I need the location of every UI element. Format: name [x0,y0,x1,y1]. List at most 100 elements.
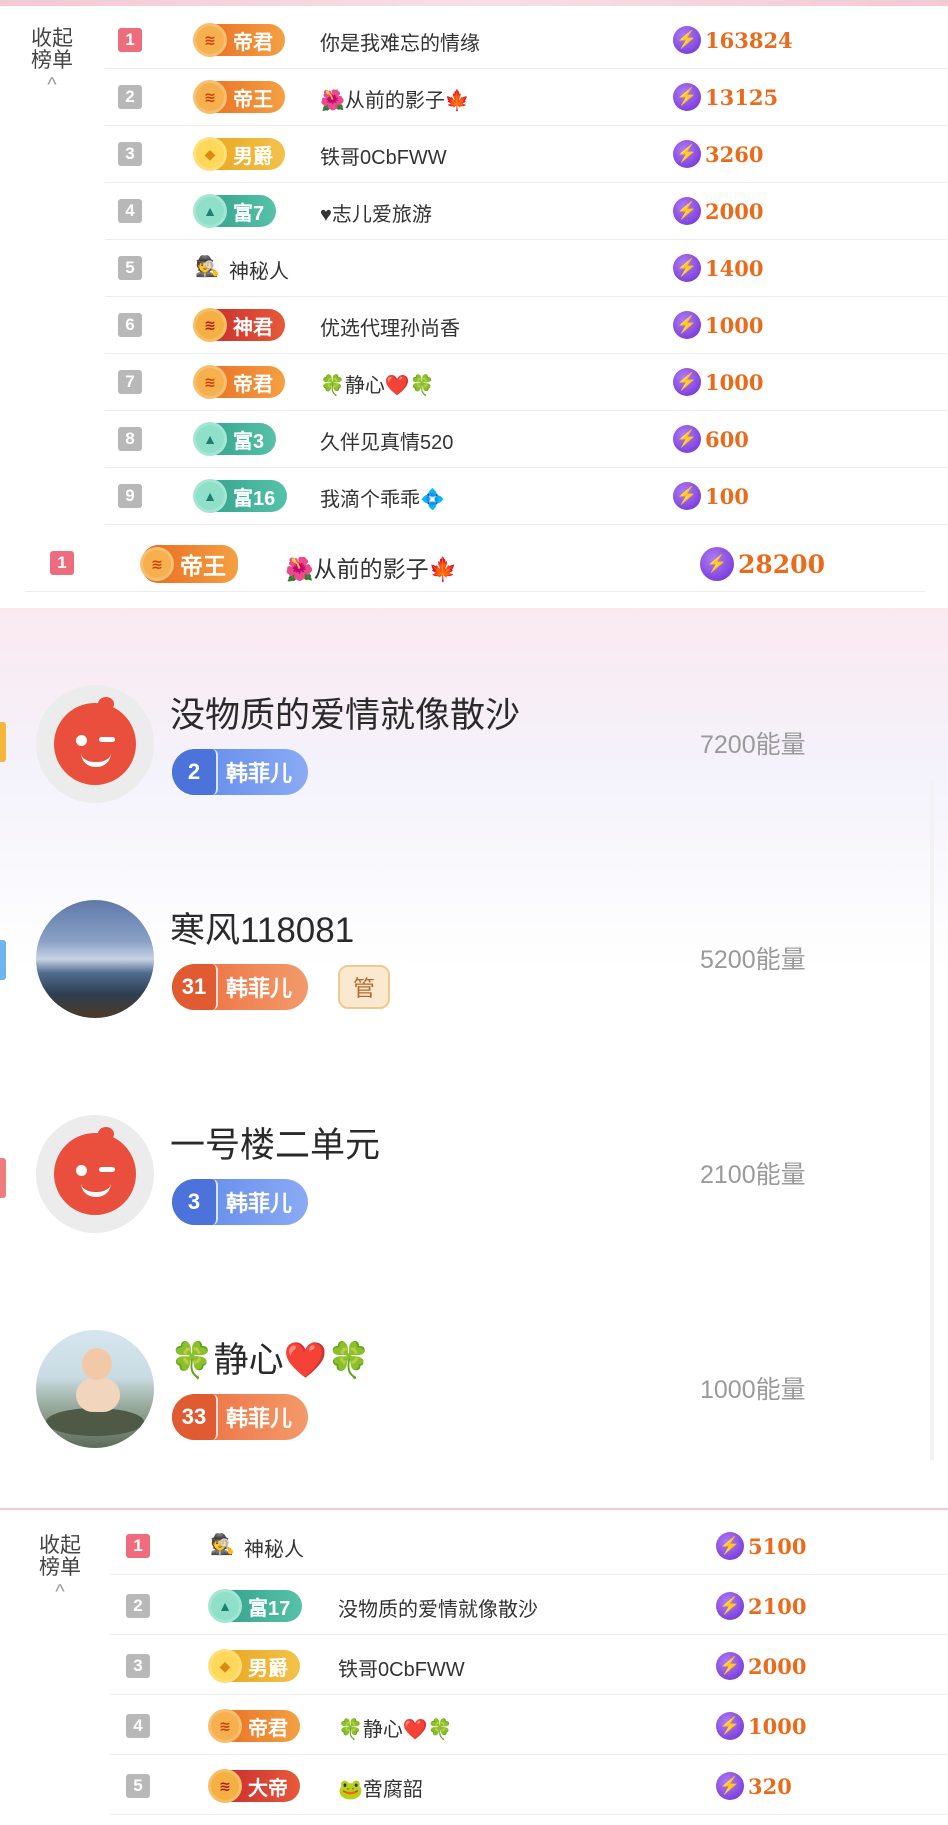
contribution-score: ⚡ 320 [716,1772,792,1800]
fan-name[interactable]: 寒风118081 [170,902,354,953]
user-name[interactable]: ♥志儿爱旅游 [320,198,432,227]
fan-name[interactable]: 没物质的爱情就像散沙 [170,687,520,738]
left-edge-mark [0,1158,6,1198]
contribution-score: ⚡ 2000 [716,1652,806,1680]
rank-number: 3 [118,142,142,166]
lightning-bolt-icon: ⚡ [716,1592,744,1620]
lightning-bolt-icon: ⚡ [716,1772,744,1800]
badge-label: 神君 [233,316,273,339]
level-badge: ▲ 富7 [193,194,277,228]
badge-emblem-icon: ◆ [208,1649,242,1683]
lightning-bolt-icon: ⚡ [673,83,701,111]
collapse-ranking-button[interactable]: 收起 榜单 ^ [22,28,82,97]
contribution-score: ⚡ 3260 [673,140,763,168]
contribution-score: ⚡ 5100 [716,1532,806,1560]
lightning-bolt-icon: ⚡ [673,140,701,168]
lightning-bolt-icon: ⚡ [673,368,701,396]
score-value: 28200 [738,549,825,579]
user-name[interactable]: 神秘人 [244,1533,304,1562]
score-value: 100 [705,483,749,509]
user-avatar[interactable] [36,1330,154,1448]
badge-emblem-icon: ◆ [193,137,227,171]
contribution-score: ⚡ 1000 [673,311,763,339]
user-name[interactable]: 久伴见真情520 [320,426,453,455]
fan-level: 3 [172,1179,218,1225]
energy-value: 2100能量 [700,1161,806,1189]
rank-number: 2 [126,1594,150,1618]
score-value: 1000 [748,1713,807,1739]
rank-number: 4 [118,199,142,223]
badge-label: 帝王 [233,88,273,111]
badge-label: 富3 [233,430,265,453]
left-edge-mark [0,940,6,980]
fan-level: 2 [172,749,218,795]
contribution-score: ⚡ 600 [673,425,749,453]
user-name[interactable]: 🌺从前的影子🍁 [285,550,457,584]
badge-emblem-icon: ≋ [193,23,227,57]
lightning-bolt-icon: ⚡ [673,311,701,339]
user-avatar[interactable] [36,900,154,1018]
top-decoration-strip [0,0,948,6]
fan-club-name: 韩菲儿 [226,1191,293,1216]
mystery-user-icon: 🕵 [195,256,220,278]
rank-number: 9 [118,484,142,508]
chevron-up-icon: ^ [55,1581,65,1603]
user-name[interactable]: 铁哥0CbFWW [338,1653,465,1682]
fan-name[interactable]: 🍀静心❤️🍀 [170,1332,371,1383]
user-name[interactable]: 🌺从前的影子🍁 [320,84,470,113]
score-value: 2100 [748,1593,807,1619]
user-name[interactable]: 你是我难忘的情缘 [320,27,480,56]
fan-club-badge: 33 韩菲儿 [172,1394,309,1440]
lightning-bolt-icon: ⚡ [716,1712,744,1740]
badge-label: 男爵 [248,1657,288,1680]
fan-name[interactable]: 一号楼二单元 [170,1117,380,1168]
user-name[interactable]: 我滴个乖乖💠 [320,483,445,512]
user-name[interactable]: 🍀静心❤️🍀 [320,369,435,398]
level-badge: ≋ 帝君 [208,1709,300,1743]
ranking-row[interactable] [110,1518,948,1575]
manager-badge: 管 [338,965,390,1009]
lightning-bolt-icon: ⚡ [700,547,734,581]
score-value: 320 [748,1773,792,1799]
fan-club-name: 韩菲儿 [226,761,293,786]
collapse-ranking-button[interactable]: 收起 榜单 ^ [30,1534,90,1604]
fan-club-badge: 31 韩菲儿 [172,964,309,1010]
rank-number: 7 [118,370,142,394]
rank-number: 5 [118,256,142,280]
badge-emblem-icon: ▲ [193,479,227,513]
user-avatar[interactable] [36,685,154,803]
contribution-score: ⚡ 1000 [673,368,763,396]
collapse-label: 收起 榜单 [39,1534,81,1579]
user-name[interactable]: 🐸啻腐韶 [338,1773,423,1802]
user-name[interactable]: 没物质的爱情就像散沙 [338,1593,538,1622]
badge-emblem-icon: ▲ [193,194,227,228]
left-edge-mark [0,722,6,762]
rank-number: 2 [118,85,142,109]
score-value: 163824 [705,27,793,53]
chevron-up-icon: ^ [47,74,57,96]
score-value: 13125 [705,84,779,110]
badge-label: 大帝 [248,1777,288,1800]
user-name[interactable]: 神秘人 [229,255,289,284]
level-badge: ◆ 男爵 [193,137,285,171]
lightning-bolt-icon: ⚡ [673,197,701,225]
user-avatar[interactable] [36,1115,154,1233]
badge-label: 帝君 [233,373,273,396]
mystery-user-icon: 🕵 [210,1534,235,1556]
rank-number: 4 [126,1714,150,1738]
contribution-score: ⚡ 1000 [716,1712,806,1740]
user-name[interactable]: 🍀静心❤️🍀 [338,1713,453,1742]
rank-number: 1 [118,28,142,52]
badge-emblem-icon: ≋ [193,365,227,399]
contribution-score: ⚡ 163824 [673,26,793,54]
contribution-score: ⚡ 28200 [700,547,825,581]
rank-number: 3 [126,1654,150,1678]
user-name[interactable]: 铁哥0CbFWW [320,141,447,170]
fan-club-badge: 3 韩菲儿 [172,1179,309,1225]
level-badge: ▲ 富16 [193,479,288,513]
contribution-score: ⚡ 2100 [716,1592,806,1620]
user-name[interactable]: 优选代理孙尚香 [320,312,460,341]
fan-club-badge: 2 韩菲儿 [172,749,309,795]
level-badge: ▲ 富3 [193,422,277,456]
scrollbar-track[interactable] [930,780,934,1460]
